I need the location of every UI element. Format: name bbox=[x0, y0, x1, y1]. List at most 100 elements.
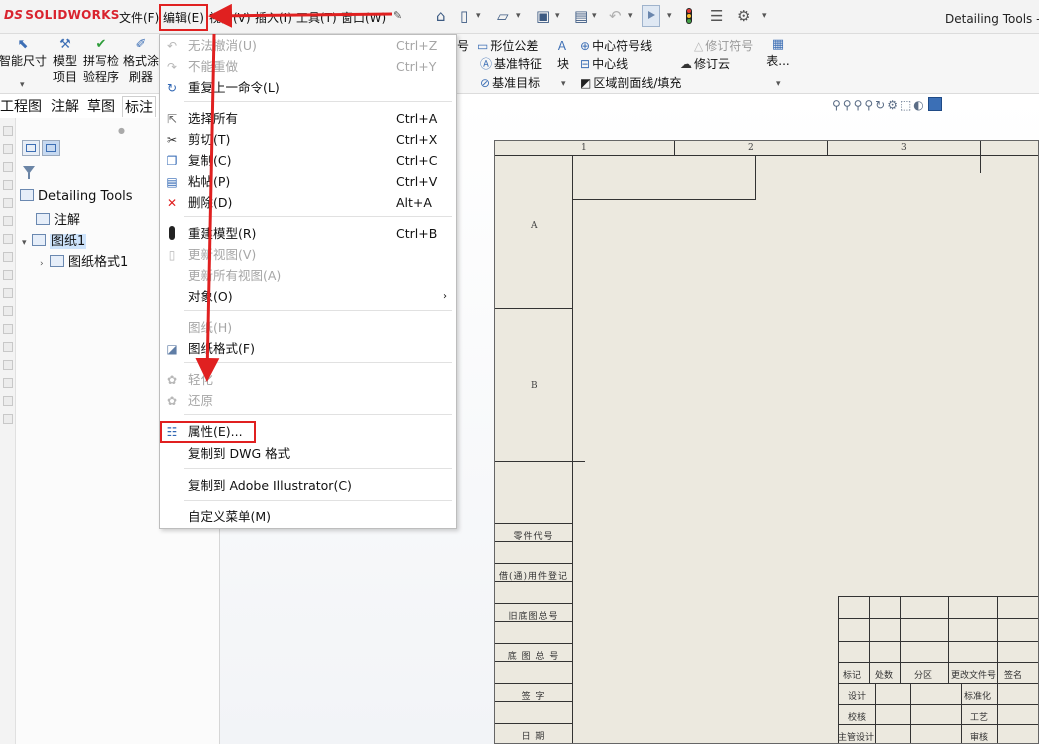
menu-cut[interactable]: ✂ 剪切(T) Ctrl+X bbox=[160, 130, 456, 150]
chevron-down-icon[interactable]: ▾ bbox=[762, 11, 767, 21]
tab-evaluate[interactable]: 标注 bbox=[122, 96, 156, 117]
menu-insert[interactable]: 插入(I) bbox=[255, 9, 292, 26]
chevron-down-icon[interactable]: ▾ bbox=[20, 80, 25, 90]
menu-copy[interactable]: ❐ 复制(C) Ctrl+C bbox=[160, 151, 456, 171]
centerline-button[interactable]: ⊟ 中心线 bbox=[580, 55, 628, 72]
expand-arrow-icon[interactable]: › bbox=[40, 259, 50, 269]
toolbar-slot-icon[interactable] bbox=[2, 378, 13, 388]
block-icon[interactable]: Ａ bbox=[556, 37, 570, 54]
tab-annotation[interactable]: 注解 bbox=[49, 96, 81, 116]
menu-delete[interactable]: ✕ 删除(D) Alt+A bbox=[160, 193, 456, 213]
feature-tree-tab-icon[interactable] bbox=[22, 140, 40, 156]
rebuild-traffic-light-icon[interactable] bbox=[686, 8, 692, 24]
ribbon-symbol-fragment[interactable]: 号 bbox=[457, 37, 469, 54]
menu-edit[interactable]: 编辑(E) bbox=[159, 4, 208, 31]
menu-sheet[interactable]: 图纸(H) bbox=[160, 318, 456, 338]
menu-sheet-format[interactable]: ◪ 图纸格式(F) bbox=[160, 339, 456, 359]
chevron-down-icon[interactable]: ▾ bbox=[476, 11, 481, 21]
toolbar-slot-icon[interactable] bbox=[2, 252, 13, 262]
tab-sketch[interactable]: 草图 bbox=[85, 96, 117, 116]
toolbar-slot-icon[interactable] bbox=[2, 144, 13, 154]
toolbar-slot-icon[interactable] bbox=[2, 396, 13, 406]
tab-drawing[interactable]: 工程图 bbox=[0, 96, 44, 116]
center-mark-button[interactable]: ⊕ 中心符号线 bbox=[580, 37, 652, 54]
area-hatch-button[interactable]: ◩ 区域剖面线/填充 bbox=[580, 74, 681, 91]
menu-window[interactable]: 窗口(W) bbox=[341, 9, 386, 26]
undo-icon[interactable]: ↶ bbox=[609, 7, 622, 25]
toolbar-slot-icon[interactable] bbox=[2, 414, 13, 424]
filter-icon[interactable] bbox=[23, 166, 35, 179]
menu-repeat-last-command[interactable]: ↻ 重复上一命令(L) bbox=[160, 78, 456, 98]
chevron-down-icon[interactable]: ▾ bbox=[776, 79, 781, 89]
drawing-sheet[interactable]: 1 2 3 A B 零件代号 借(通)用件登记 旧底图总号 底 图 总 号 签 … bbox=[494, 140, 1039, 744]
tree-root[interactable]: Detailing Tools bbox=[20, 189, 133, 204]
menu-select-all[interactable]: ⇱ 选择所有 Ctrl+A bbox=[160, 109, 456, 129]
open-folder-icon[interactable]: ▱ bbox=[497, 7, 509, 25]
chevron-down-icon[interactable]: ▾ bbox=[628, 11, 633, 21]
toolbar-slot-icon[interactable] bbox=[2, 162, 13, 172]
toolbar-slot-icon[interactable] bbox=[2, 270, 13, 280]
menu-copy-to-illustrator[interactable]: 复制到 Adobe Illustrator(C) bbox=[160, 476, 456, 496]
menu-view[interactable]: 视图(V) bbox=[209, 9, 251, 26]
solidworks-logo[interactable]: DS SOLIDWORKS bbox=[4, 8, 120, 22]
revision-symbol-button[interactable]: △ 修订符号 bbox=[694, 37, 753, 54]
geometric-tolerance-button[interactable]: ▭ 形位公差 bbox=[477, 37, 538, 54]
home-icon[interactable]: ⌂ bbox=[436, 7, 446, 25]
tree-sheet-format[interactable]: › 图纸格式1 bbox=[40, 251, 128, 270]
menu-object[interactable]: 对象(O) › bbox=[160, 287, 456, 307]
toolbar-slot-icon[interactable] bbox=[2, 342, 13, 352]
file-properties-icon[interactable]: ☰ bbox=[710, 7, 723, 25]
toolbar-slot-icon[interactable] bbox=[2, 198, 13, 208]
chevron-down-icon[interactable]: ▾ bbox=[561, 79, 566, 89]
tree-sheet[interactable]: ▾ 图纸1 bbox=[22, 230, 87, 249]
select-cursor-icon[interactable] bbox=[642, 5, 660, 27]
chevron-down-icon[interactable]: ▾ bbox=[516, 11, 521, 21]
table-button[interactable]: ▦ 表... bbox=[764, 37, 792, 69]
chevron-down-icon[interactable]: ▾ bbox=[592, 11, 597, 21]
toolbar-slot-icon[interactable] bbox=[2, 234, 13, 244]
toolbar-slot-icon[interactable] bbox=[2, 126, 13, 136]
spell-check-button[interactable]: ✔ 拼写检 验程序 bbox=[82, 37, 120, 85]
chevron-down-icon[interactable]: ▾ bbox=[555, 11, 560, 21]
menu-tools[interactable]: 工具(T) bbox=[296, 9, 337, 26]
save-icon[interactable]: ▣ bbox=[536, 7, 550, 25]
menu-separator bbox=[184, 216, 452, 217]
chevron-down-icon[interactable]: ▾ bbox=[667, 11, 672, 21]
tree-annotations[interactable]: 注解 bbox=[36, 209, 80, 228]
smart-dimension-button[interactable]: ⬉ 智能尺寸 bbox=[0, 37, 48, 69]
toolbar-slot-icon[interactable] bbox=[2, 180, 13, 190]
menu-customize[interactable]: 自定义菜单(M) bbox=[160, 507, 456, 527]
revision-cloud-button[interactable]: ☁ 修订云 bbox=[680, 55, 730, 72]
print-icon[interactable]: ▤ bbox=[574, 7, 588, 25]
menu-rebuild[interactable]: 重建模型(R) Ctrl+B bbox=[160, 224, 456, 244]
menu-properties[interactable]: ☷ 属性(E)... bbox=[160, 421, 256, 443]
gear-icon[interactable]: ⚙ bbox=[737, 7, 750, 25]
pin-icon[interactable]: ✎ bbox=[393, 9, 402, 22]
format-painter-button[interactable]: ✐ 格式涂 刷器 bbox=[122, 37, 160, 85]
property-tab-icon[interactable] bbox=[42, 140, 60, 156]
menu-resolve[interactable]: ✿ 还原 bbox=[160, 391, 456, 411]
menu-update-view[interactable]: ▯ 更新视图(V) bbox=[160, 245, 456, 265]
toolbar-slot-icon[interactable] bbox=[2, 306, 13, 316]
block-button[interactable]: 块 bbox=[557, 55, 569, 72]
menu-copy-to-dwg[interactable]: 复制到 DWG 格式 bbox=[160, 444, 456, 464]
model-items-button[interactable]: ⚒ 模型 项目 bbox=[50, 37, 80, 85]
edit-menu-dropdown: ↶ 无法撤消(U) Ctrl+Z ↷ 不能重做 Ctrl+Y ↻ 重复上一命令(L) ⇱ 选… bbox=[159, 34, 457, 529]
menu-lightweight[interactable]: ✿ 轻化 bbox=[160, 370, 456, 390]
display-style-icon[interactable] bbox=[927, 97, 942, 111]
menu-update-all-views[interactable]: 更新所有视图(A) bbox=[160, 266, 456, 286]
menu-redo[interactable]: ↷ 不能重做 Ctrl+Y bbox=[160, 57, 456, 77]
menu-undo[interactable]: ↶ 无法撤消(U) Ctrl+Z bbox=[160, 36, 456, 56]
toolbar-slot-icon[interactable] bbox=[2, 216, 13, 226]
toolbar-slot-icon[interactable] bbox=[2, 360, 13, 370]
menu-file[interactable]: 文件(F) bbox=[119, 9, 159, 26]
toolbar-slot-icon[interactable] bbox=[2, 288, 13, 298]
new-document-icon[interactable]: ▯ bbox=[460, 7, 468, 25]
tolerance-icon: ▭ bbox=[477, 39, 489, 53]
datum-target-button[interactable]: ⊘ 基准目标 bbox=[480, 74, 540, 91]
menu-paste[interactable]: ▤ 粘帖(P) Ctrl+V bbox=[160, 172, 456, 192]
datum-feature-button[interactable]: Ⓐ 基准特征 bbox=[480, 55, 542, 72]
toolbar-slot-icon[interactable] bbox=[2, 324, 13, 334]
expand-arrow-icon[interactable]: ▾ bbox=[22, 238, 32, 248]
heads-up-view-toolbar[interactable]: ⚲⚲⚲⚲↻⚙⬚◐ bbox=[832, 97, 942, 112]
